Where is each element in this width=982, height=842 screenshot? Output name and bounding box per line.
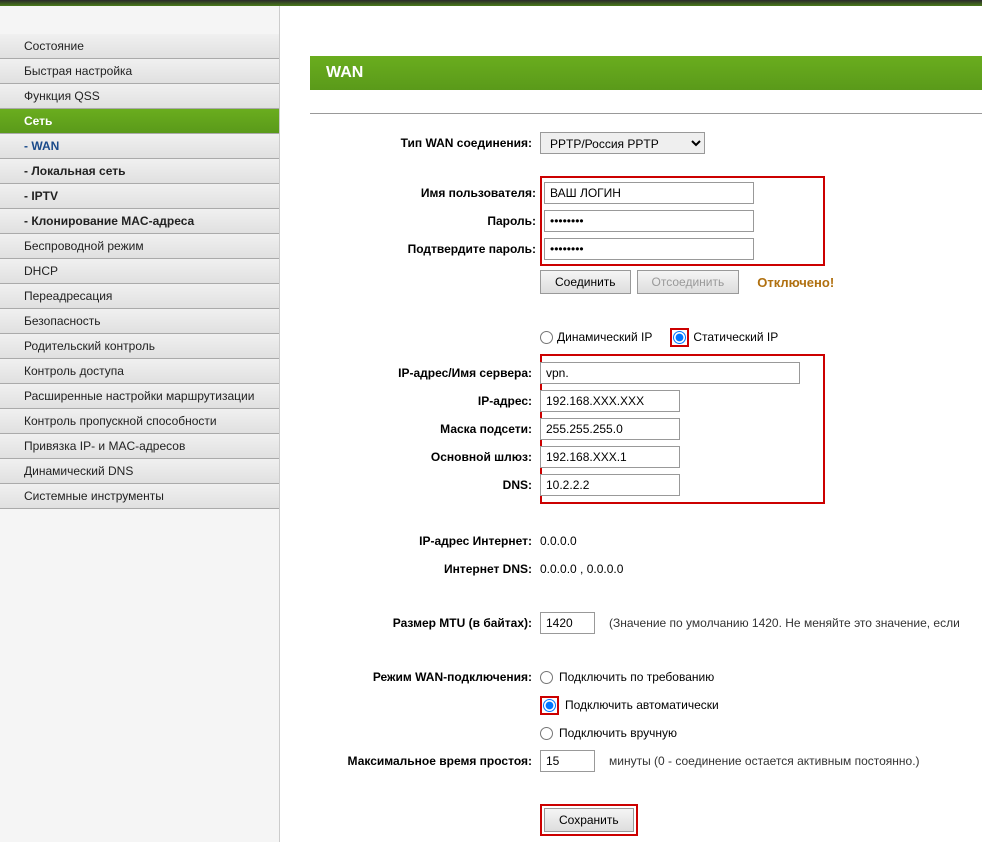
save-button[interactable]: Сохранить <box>544 808 634 832</box>
server-input[interactable] <box>540 362 800 384</box>
mtu-note: (Значение по умолчанию 1420. Не меняйте … <box>609 616 960 630</box>
wan-type-label: Тип WAN соединения: <box>310 136 540 150</box>
sidebar-item-ddns[interactable]: Динамический DNS <box>0 459 279 484</box>
password-label: Пароль: <box>314 214 544 228</box>
password2-label: Подтвердите пароль: <box>314 242 544 256</box>
page-title: WAN <box>310 56 982 90</box>
disconnect-button[interactable]: Отсоединить <box>637 270 740 294</box>
dynamic-ip-label: Динамический IP <box>557 330 652 344</box>
sidebar-item-lan[interactable]: - Локальная сеть <box>0 159 279 184</box>
inet-dns-value: 0.0.0.0 , 0.0.0.0 <box>540 562 982 576</box>
sidebar-item-parental[interactable]: Родительский контроль <box>0 334 279 359</box>
mode-demand-radio[interactable] <box>540 671 553 684</box>
connect-button[interactable]: Соединить <box>540 270 631 294</box>
sidebar-item-wireless[interactable]: Беспроводной режим <box>0 234 279 259</box>
mode-demand-label: Подключить по требованию <box>559 670 714 684</box>
mask-label: Маска подсети: <box>310 422 540 436</box>
inet-ip-value: 0.0.0.0 <box>540 534 982 548</box>
idle-input[interactable] <box>540 750 595 772</box>
sidebar-item-ip-mac-binding[interactable]: Привязка IP- и MAC-адресов <box>0 434 279 459</box>
sidebar-item-access-control[interactable]: Контроль доступа <box>0 359 279 384</box>
idle-note: минуты (0 - соединение остается активным… <box>609 754 920 768</box>
mask-input[interactable] <box>540 418 680 440</box>
sidebar-item-dhcp[interactable]: DHCP <box>0 259 279 284</box>
mode-manual-label: Подключить вручную <box>559 726 677 740</box>
inet-dns-label: Интернет DNS: <box>310 562 540 576</box>
dns-label: DNS: <box>310 478 540 492</box>
inet-ip-label: IP-адрес Интернет: <box>310 534 540 548</box>
dns-input[interactable] <box>540 474 680 496</box>
sidebar-item-routing[interactable]: Расширенные настройки маршрутизации <box>0 384 279 409</box>
mode-manual-radio[interactable] <box>540 727 553 740</box>
gateway-label: Основной шлюз: <box>310 450 540 464</box>
connection-status: Отключено! <box>757 275 834 290</box>
mode-label: Режим WAN-подключения: <box>310 670 540 684</box>
ip-input[interactable] <box>540 390 680 412</box>
gateway-input[interactable] <box>540 446 680 468</box>
sidebar-item-forwarding[interactable]: Переадресация <box>0 284 279 309</box>
static-ip-label: Статический IP <box>693 330 778 344</box>
sidebar-item-mac-clone[interactable]: - Клонирование MAC-адреса <box>0 209 279 234</box>
main-content: WAN Тип WAN соединения: PPTP/Россия PPTP <box>280 6 982 842</box>
sidebar-item-network[interactable]: Сеть <box>0 109 279 134</box>
password2-input[interactable] <box>544 238 754 260</box>
static-ip-radio[interactable] <box>673 331 686 344</box>
password-input[interactable] <box>544 210 754 232</box>
idle-label: Максимальное время простоя: <box>310 754 540 768</box>
server-label: IP-адрес/Имя сервера: <box>310 366 540 380</box>
ip-label: IP-адрес: <box>310 394 540 408</box>
mtu-label: Размер MTU (в байтах): <box>310 616 540 630</box>
wan-type-select[interactable]: PPTP/Россия PPTP <box>540 132 705 154</box>
sidebar-item-iptv[interactable]: - IPTV <box>0 184 279 209</box>
sidebar-item-bandwidth[interactable]: Контроль пропускной способности <box>0 409 279 434</box>
mode-auto-radio[interactable] <box>543 699 556 712</box>
sidebar-item-status[interactable]: Состояние <box>0 34 279 59</box>
dynamic-ip-radio[interactable] <box>540 331 553 344</box>
username-label: Имя пользователя: <box>314 186 544 200</box>
sidebar-item-qss[interactable]: Функция QSS <box>0 84 279 109</box>
sidebar-item-security[interactable]: Безопасность <box>0 309 279 334</box>
username-input[interactable] <box>544 182 754 204</box>
sidebar-item-system-tools[interactable]: Системные инструменты <box>0 484 279 509</box>
sidebar-item-quick-setup[interactable]: Быстрая настройка <box>0 59 279 84</box>
mode-auto-label: Подключить автоматически <box>565 698 719 712</box>
mtu-input[interactable] <box>540 612 595 634</box>
sidebar: Состояние Быстрая настройка Функция QSS … <box>0 6 280 842</box>
sidebar-item-wan[interactable]: - WAN <box>0 134 279 159</box>
